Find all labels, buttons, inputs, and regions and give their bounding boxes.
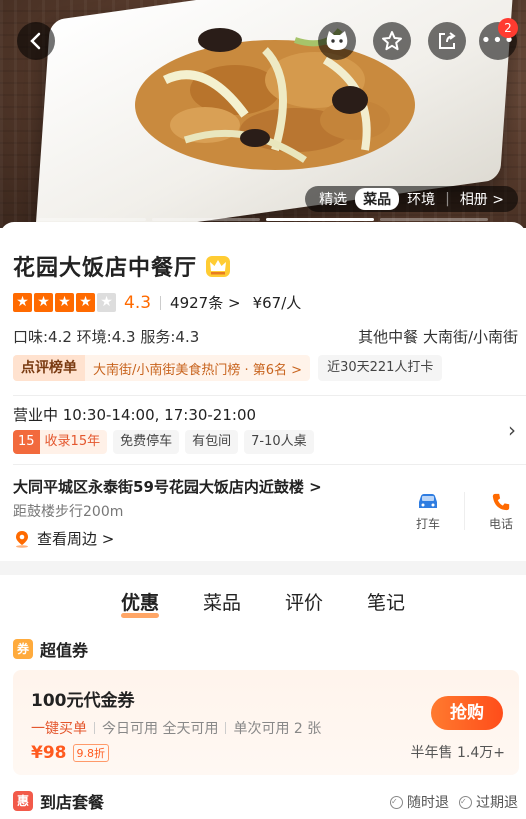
divider [225,722,227,734]
listing-years-number: 15 [13,430,40,454]
phone-label: 电话 [488,517,513,531]
cat-face-icon [326,31,348,50]
voucher-availability: 今日可用 全天可用 [102,721,219,737]
refund-expired-label: 过期退 [476,795,518,811]
tab-reviews[interactable]: 评价 [285,588,323,615]
car-icon [419,494,437,508]
ranking-tag: 点评榜单 [13,355,85,381]
voucher-price-row: ¥98 9.8折 [31,743,109,763]
voucher-info: 一键买单 今日可用 全天可用 单次可用 2 张 [31,718,321,738]
star-rating: ★ ★ ★ ★ ★ [13,293,116,312]
packages-section-title: 惠 到店套餐 [13,789,104,813]
back-button[interactable] [17,22,55,60]
star-full-icon: ★ [13,293,32,312]
taxi-button[interactable]: 打车 [403,492,453,532]
walking-distance: 距鼓楼步行200m [13,504,124,520]
packages-title: 到店套餐 [40,793,105,812]
star-full-icon: ★ [76,293,95,312]
discount-icon: 惠 [13,791,33,811]
check-circle-icon: ✓ [390,795,403,809]
star-empty-icon: ★ [97,293,116,312]
tab-deals[interactable]: 优惠 [120,588,159,618]
taxi-label: 打车 [415,517,440,531]
star-full-icon: ★ [55,293,74,312]
divider [160,295,162,310]
gallery-tab-separator: | [445,191,450,207]
view-nearby-link[interactable]: 查看周边 > [13,528,114,549]
listing-years-tag: 15 收录15年 [13,430,108,454]
tag-table-size: 7-10人桌 [244,430,314,454]
deals-section-title: 券 超值券 [13,637,88,661]
listing-years-label: 收录15年 [44,434,101,449]
divider [464,492,465,530]
divider [13,395,526,396]
section-gap [0,561,526,575]
voucher-limit: 单次可用 2 张 [233,721,322,737]
restaurant-name: 花园大饭店中餐厅 [13,256,198,281]
notification-badge: 2 [498,18,518,38]
tag-private-room: 有包间 [185,430,239,454]
business-hours: 营业中 10:30-14:00, 17:30-21:00 [13,406,257,424]
chevron-left-icon [30,32,41,50]
rating-row[interactable]: ★ ★ ★ ★ ★ 4.3 4927条 > ¥67/人 [13,292,301,313]
voucher-title: 100元代金券 [31,691,135,711]
review-count[interactable]: 4927条 > [170,292,241,313]
voucher-card[interactable]: 100元代金券 一键买单 今日可用 全天可用 单次可用 2 张 ¥98 9.8折… [13,670,519,775]
star-outline-icon [382,31,402,51]
gallery-tabs: 精选 菜品 环境 | 相册 > [305,186,518,212]
refund-anytime: ✓ 随时退 [390,792,449,812]
star-full-icon: ★ [34,293,53,312]
voucher-price: ¥98 [31,743,67,763]
price-per-person: ¥67/人 [252,294,302,312]
crown-badge-icon [206,256,231,277]
ranking-text: 大南街/小南街美食热门榜 · 第6名 > [93,362,303,378]
category-area[interactable]: 其他中餐 大南街/小南街 [358,326,518,347]
buy-button[interactable]: 抢购 [431,696,503,730]
indicator-segment [152,218,260,221]
quick-pay-label: 一键买单 [31,721,87,737]
indicator-segment [38,218,146,221]
gallery-tab-featured[interactable]: 精选 [311,189,355,209]
favorite-button[interactable] [373,22,411,60]
share-button[interactable] [428,22,466,60]
gallery-tab-album[interactable]: 相册 > [452,189,512,209]
voucher-discount: 9.8折 [72,744,109,762]
indicator-segment-active [266,218,374,221]
tag-parking: 免费停车 [113,430,180,454]
hero-image[interactable]: ••• 2 精选 菜品 环境 | 相册 > [0,0,526,228]
tab-notes[interactable]: 笔记 [367,588,405,615]
divider [94,722,95,734]
check-circle-icon: ✓ [459,795,472,809]
chevron-right-icon[interactable]: › [508,418,516,442]
mascot-button[interactable] [318,22,356,60]
main-tabs: 优惠 菜品 评价 笔记 [0,588,526,618]
checkin-count[interactable]: 近30天221人打卡 [318,355,443,381]
divider [13,464,526,465]
phone-button[interactable]: 电话 [476,492,526,532]
rating-score: 4.3 [124,292,152,313]
sub-scores: 口味:4.2 环境:4.3 服务:4.3 [13,328,200,346]
coupon-icon: 券 [13,639,33,659]
restaurant-card: 花园大饭店中餐厅 ★ ★ ★ ★ ★ 4.3 4927条 > ¥67/人 口味:… [0,222,526,819]
share-icon [439,32,456,49]
gallery-tab-environment[interactable]: 环境 [399,189,443,209]
indicator-segment [380,218,488,221]
tab-dishes[interactable]: 菜品 [203,588,241,615]
gallery-tab-dishes[interactable]: 菜品 [355,188,400,210]
carousel-indicator [0,218,526,221]
feature-tags: 15 收录15年 免费停车 有包间 7-10人桌 [13,430,314,454]
refund-policy: ✓ 随时退 ✓ 过期退 [390,792,518,812]
refund-expired: ✓ 过期退 [459,792,518,812]
sold-count: 半年售 1.4万+ [410,745,505,761]
view-nearby-label: 查看周边 > [37,530,115,548]
deals-title: 超值券 [40,641,89,660]
refund-anytime-label: 随时退 [407,795,449,811]
location-pin-icon [16,530,28,548]
phone-icon [492,493,510,511]
ranking-badge[interactable]: 点评榜单 大南街/小南街美食热门榜 · 第6名 > [13,355,311,381]
address-link[interactable]: 大同平城区永泰街59号花园大饭店内近鼓楼 > [13,476,322,497]
